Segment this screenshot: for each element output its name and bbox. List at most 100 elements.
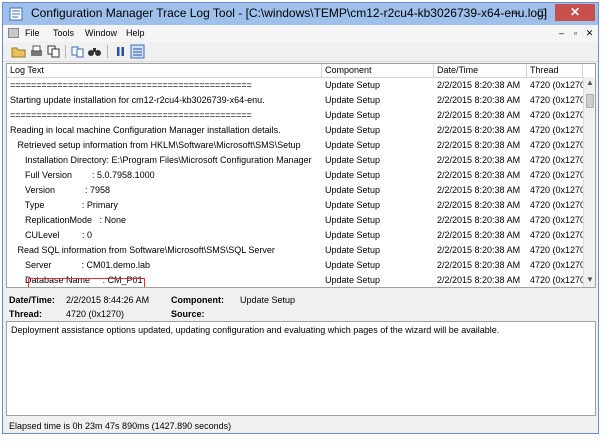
component-cell: Update Setup xyxy=(325,155,381,165)
mdi-minimize-button[interactable]: – xyxy=(556,28,567,38)
component-value: Update Setup xyxy=(240,295,296,305)
column-header-log-text[interactable]: Log Text xyxy=(7,64,322,77)
thread-cell: 4720 (0x1270) xyxy=(530,215,585,225)
thread-cell: 4720 (0x1270) xyxy=(530,80,585,90)
copy-lines-icon[interactable] xyxy=(70,44,85,59)
component-cell: Update Setup xyxy=(325,140,381,150)
table-row[interactable]: Reading in local machine Configuration M… xyxy=(7,123,585,138)
menu-window[interactable]: Window xyxy=(85,28,117,38)
status-bar: Elapsed time is 0h 23m 47s 890ms (1427.8… xyxy=(6,419,596,433)
component-label: Component: xyxy=(171,295,224,305)
component-cell: Update Setup xyxy=(325,185,381,195)
minimize-button[interactable]: – xyxy=(503,4,529,21)
highlight-icon[interactable] xyxy=(130,44,145,59)
table-row[interactable]: Server : CM01.demo.lab Update Setup 2/2/20… xyxy=(7,258,585,273)
date-time-cell: 2/2/2015 8:20:38 AM xyxy=(437,95,521,105)
log-text-cell: Type : Primary xyxy=(10,200,118,210)
date-time-cell: 2/2/2015 8:20:38 AM xyxy=(437,140,521,150)
component-cell: Update Setup xyxy=(325,95,381,105)
date-time-cell: 2/2/2015 8:20:38 AM xyxy=(437,215,521,225)
log-text-cell: Installation Directory: E:\Program Files… xyxy=(10,155,312,165)
toolbar-separator xyxy=(107,45,108,58)
table-row[interactable]: ReplicationMode : None Update Setup 2/2/20… xyxy=(7,213,585,228)
component-cell: Update Setup xyxy=(325,80,381,90)
menu-tools[interactable]: Tools xyxy=(53,28,74,38)
datetime-label: Date/Time: xyxy=(9,295,55,305)
print-icon[interactable] xyxy=(29,44,44,59)
close-button[interactable]: ✕ xyxy=(555,4,595,21)
date-time-cell: 2/2/2015 8:20:38 AM xyxy=(437,125,521,135)
toolbar-separator xyxy=(65,45,66,58)
component-cell: Update Setup xyxy=(325,170,381,180)
copy-icon[interactable] xyxy=(46,44,61,59)
trace-log-window: Configuration Manager Trace Log Tool - [… xyxy=(2,2,599,434)
component-cell: Update Setup xyxy=(325,125,381,135)
table-row[interactable]: ========================================… xyxy=(7,108,585,123)
window-title: Configuration Manager Trace Log Tool - [… xyxy=(31,6,548,20)
table-row[interactable]: Full Version : 5.0.7958.1000 Update Setup… xyxy=(7,168,585,183)
component-cell: Update Setup xyxy=(325,260,381,270)
mdi-restore-button[interactable]: ▫ xyxy=(570,28,581,38)
date-time-cell: 2/2/2015 8:20:38 AM xyxy=(437,260,521,270)
thread-cell: 4720 (0x1270) xyxy=(530,110,585,120)
log-text-cell: Starting update installation for cm12-r2… xyxy=(10,95,265,105)
table-row[interactable]: Starting update installation for cm12-r2… xyxy=(7,93,585,108)
vertical-scrollbar[interactable]: ▲ ▼ xyxy=(583,77,595,287)
date-time-cell: 2/2/2015 8:20:38 AM xyxy=(437,275,521,285)
thread-cell: 4720 (0x1270) xyxy=(530,140,585,150)
grid-header: Log Text Component Date/Time Thread xyxy=(7,64,595,78)
column-header-thread[interactable]: Thread xyxy=(527,64,583,77)
menu-file[interactable]: File xyxy=(25,28,40,38)
find-icon[interactable] xyxy=(87,44,102,59)
document-icon[interactable] xyxy=(8,28,19,38)
date-time-cell: 2/2/2015 8:20:38 AM xyxy=(437,155,521,165)
maximize-button[interactable]: □ xyxy=(529,4,555,21)
message-text: Deployment assistance options updated, u… xyxy=(11,325,500,335)
table-row[interactable]: Read SQL information from Software\Micro… xyxy=(7,243,586,258)
component-cell: Update Setup xyxy=(325,275,381,285)
table-row[interactable]: Retrieved setup information from HKLM\So… xyxy=(7,138,586,153)
thread-cell: 4720 (0x1270) xyxy=(530,170,585,180)
table-row[interactable]: Version : 7958 Update Setup 2/2/2015 8:20:… xyxy=(7,183,585,198)
log-grid[interactable]: Log Text Component Date/Time Thread ====… xyxy=(6,63,596,288)
table-row[interactable]: CULevel : 0 Update Setup 2/2/2015 8:20:38 … xyxy=(7,228,585,243)
table-row[interactable]: Type : Primary Update Setup 2/2/2015 8:20:… xyxy=(7,198,585,213)
component-cell: Update Setup xyxy=(325,110,381,120)
mdi-close-button[interactable]: ✕ xyxy=(584,28,595,38)
toolbar xyxy=(3,42,598,62)
date-time-cell: 2/2/2015 8:20:38 AM xyxy=(437,185,521,195)
log-text-cell: ========================================… xyxy=(10,80,252,90)
scroll-down-icon[interactable]: ▼ xyxy=(585,275,595,285)
thread-cell: 4720 (0x1270) xyxy=(530,200,585,210)
menu-help[interactable]: Help xyxy=(126,28,145,38)
thread-cell: 4720 (0x1270) xyxy=(530,245,585,255)
date-time-cell: 2/2/2015 8:20:38 AM xyxy=(437,245,521,255)
column-header-date-time[interactable]: Date/Time xyxy=(434,64,527,77)
thread-cell: 4720 (0x1270) xyxy=(530,95,585,105)
thread-value: 4720 (0x1270) xyxy=(66,309,125,319)
title-bar[interactable]: Configuration Manager Trace Log Tool - [… xyxy=(3,3,598,26)
date-time-cell: 2/2/2015 8:20:38 AM xyxy=(437,200,521,210)
column-header-component[interactable]: Component xyxy=(322,64,434,77)
pause-icon[interactable] xyxy=(113,44,128,59)
details-pane: Date/Time: 2/2/2015 8:44:26 AM Component… xyxy=(6,290,596,320)
log-text-cell: Retrieved setup information from HKLM\So… xyxy=(10,140,301,150)
thread-cell: 4720 (0x1270) xyxy=(530,155,585,165)
message-pane[interactable]: Deployment assistance options updated, u… xyxy=(6,321,596,416)
thread-label: Thread: xyxy=(9,309,43,319)
source-label: Source: xyxy=(171,309,205,319)
date-time-cell: 2/2/2015 8:20:38 AM xyxy=(437,230,521,240)
component-cell: Update Setup xyxy=(325,215,381,225)
open-folder-icon[interactable] xyxy=(11,44,26,59)
table-row[interactable]: ========================================… xyxy=(7,78,585,93)
menu-bar: File Tools Window Help – ▫ ✕ xyxy=(3,25,598,42)
table-row[interactable]: Installation Directory: E:\Program Files… xyxy=(7,153,585,168)
scroll-thumb[interactable] xyxy=(586,94,594,108)
component-cell: Update Setup xyxy=(325,200,381,210)
scroll-up-icon[interactable]: ▲ xyxy=(585,78,595,88)
log-text-cell: ReplicationMode : None xyxy=(10,215,127,225)
thread-cell: 4720 (0x1270) xyxy=(530,185,585,195)
component-cell: Update Setup xyxy=(325,230,381,240)
elapsed-time-text: Elapsed time is 0h 23m 47s 890ms (1427.8… xyxy=(9,421,232,431)
log-text-cell: Reading in local machine Configuration M… xyxy=(10,125,281,135)
